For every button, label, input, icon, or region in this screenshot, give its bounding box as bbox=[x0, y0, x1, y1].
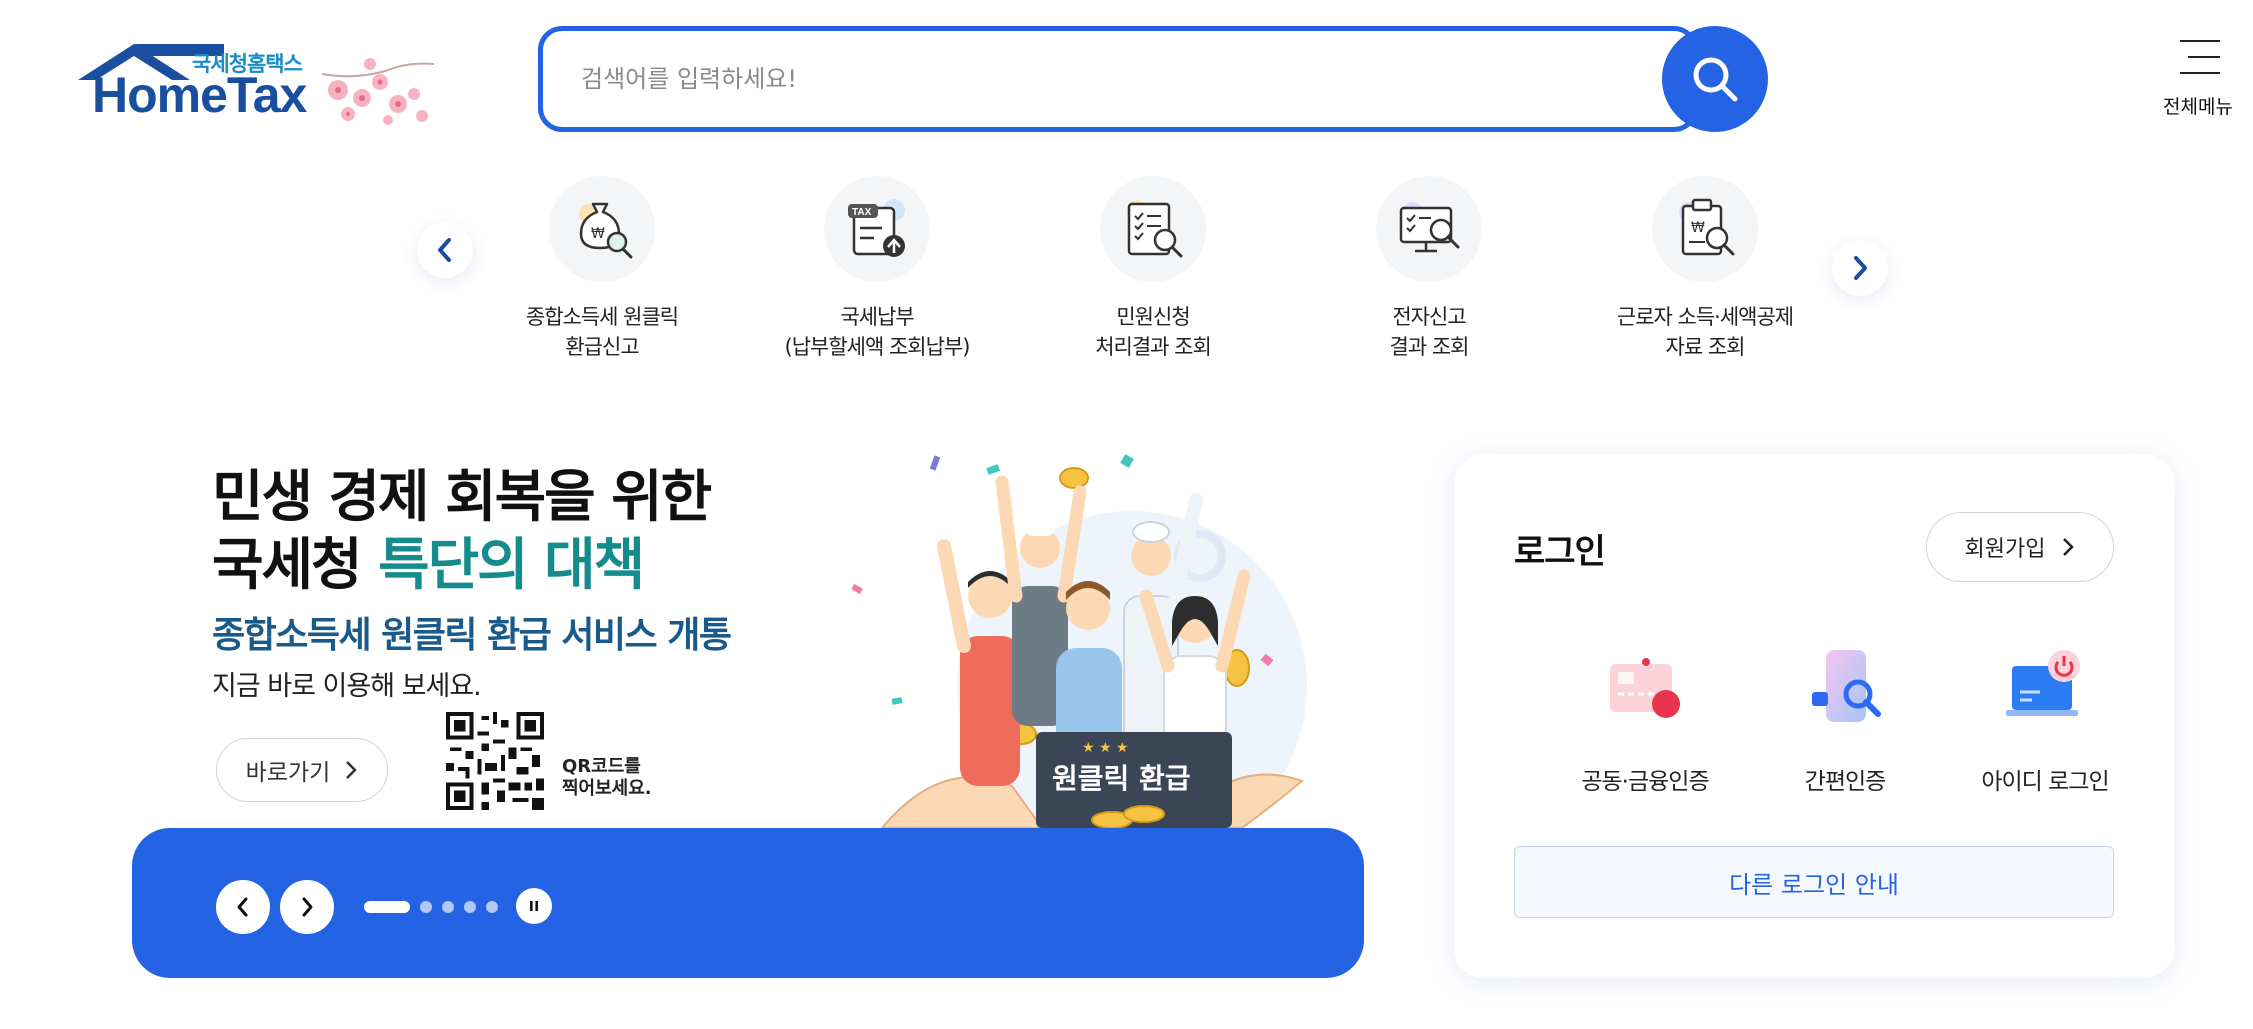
login-method-label: 공동·금융인증 bbox=[1581, 769, 1709, 795]
banner-next-button[interactable] bbox=[280, 880, 334, 934]
login-title: 로그인 bbox=[1514, 532, 1606, 572]
quick-menu-next-button[interactable] bbox=[1832, 240, 1888, 296]
quick-menu-label-line1: 근로자 소득·세액공제 bbox=[1616, 305, 1794, 329]
sign-up-label: 회원가입 bbox=[1964, 537, 2046, 562]
search-bar bbox=[538, 26, 1770, 132]
pause-icon bbox=[530, 901, 538, 911]
quick-menu-item-e-filing-result[interactable]: 전자신고결과 조회 bbox=[1309, 176, 1549, 362]
chevron-left-icon bbox=[237, 897, 248, 917]
search-input[interactable] bbox=[581, 59, 1631, 99]
svg-text:★ ★ ★: ★ ★ ★ bbox=[1082, 740, 1129, 756]
document-search-icon: ₩ bbox=[1679, 198, 1735, 256]
qr-caption-line1: QR코드를 bbox=[562, 756, 641, 777]
hamburger-icon bbox=[2180, 40, 2220, 88]
banner-go-label: 바로가기 bbox=[245, 760, 331, 786]
quick-menu-item-worker-deduction-data[interactable]: ₩ 근로자 소득·세액공제자료 조회 bbox=[1585, 176, 1825, 362]
money-bag-search-icon: ₩ bbox=[579, 202, 633, 259]
banner-title-line2: 국세청 bbox=[212, 533, 379, 598]
quick-menu-label-line1: 전자신고 bbox=[1392, 305, 1466, 329]
quick-menu-item-national-tax-payment[interactable]: TAX 국세납부 (납부할세액 조회납부) bbox=[757, 176, 997, 362]
quick-menu-label-line2: (납부할세액 조회납부) bbox=[784, 335, 971, 359]
quick-menu-label-line1: 국세납부 bbox=[840, 305, 914, 329]
login-method-simple-auth[interactable]: 간편인증 bbox=[1750, 642, 1940, 796]
other-login-guide-button[interactable]: 다른 로그인 안내 bbox=[1514, 846, 2114, 918]
banner-description: 지금 바로 이용해 보세요. bbox=[212, 671, 482, 702]
login-method-id[interactable]: 아이디 로그인 bbox=[1950, 642, 2140, 796]
cherry-blossom-icon bbox=[321, 58, 435, 125]
tax-upload-icon: TAX bbox=[848, 199, 905, 257]
banner-title: 민생 경제 회복을 위한 국세청 특단의 대책 bbox=[212, 464, 712, 600]
quick-menu-label-line2: 처리결과 조회 bbox=[1095, 335, 1212, 359]
phone-search-icon bbox=[1812, 650, 1881, 722]
banner-dot[interactable] bbox=[464, 901, 476, 913]
banner-dot[interactable] bbox=[442, 901, 454, 913]
svg-text:₩: ₩ bbox=[591, 226, 605, 242]
chevron-right-icon bbox=[2063, 538, 2075, 556]
refund-celebration-illustration: ★ ★ ★ 원클릭 환급 bbox=[851, 454, 1307, 828]
certificate-card-icon bbox=[1610, 658, 1680, 718]
banner-dot[interactable] bbox=[420, 901, 432, 913]
qr-caption-line2: 찍어보세요. bbox=[562, 778, 652, 799]
banner-title-highlight: 특단의 대책 bbox=[378, 533, 645, 598]
search-icon bbox=[1693, 57, 1738, 102]
banner-dot[interactable] bbox=[486, 901, 498, 913]
search-box bbox=[538, 26, 1698, 132]
svg-text:₩: ₩ bbox=[1691, 220, 1705, 236]
hometax-logo[interactable]: 국세청홈택스 HomeTax bbox=[70, 40, 440, 130]
banner-pause-button[interactable] bbox=[516, 888, 552, 924]
qr-code-image bbox=[446, 712, 544, 810]
logo-title: HomeTax bbox=[92, 67, 307, 123]
chevron-right-icon bbox=[302, 897, 313, 917]
login-method-certificate[interactable]: 공동·금융인증 bbox=[1550, 642, 1740, 796]
chevron-right-icon bbox=[346, 761, 358, 779]
quick-menu-item-income-tax-refund[interactable]: ₩ 종합소득세 원클릭환급신고 bbox=[482, 176, 722, 362]
banner-sign-text: 원클릭 환급 bbox=[1052, 762, 1191, 795]
login-method-label: 간편인증 bbox=[1804, 769, 1887, 795]
login-method-label: 아이디 로그인 bbox=[1981, 769, 2109, 795]
banner-go-button[interactable]: 바로가기 bbox=[216, 738, 388, 802]
quick-menu-item-civil-request-result[interactable]: 민원신청처리결과 조회 bbox=[1033, 176, 1273, 362]
quick-menu-label-line1: 종합소득세 원클릭 bbox=[525, 305, 679, 329]
chevron-left-icon bbox=[438, 238, 451, 262]
full-menu-label: 전체메뉴 bbox=[2163, 96, 2233, 118]
monitor-search-icon bbox=[1399, 202, 1460, 253]
svg-text:TAX: TAX bbox=[852, 207, 872, 218]
chevron-right-icon bbox=[1854, 256, 1867, 280]
sign-up-button[interactable]: 회원가입 bbox=[1926, 512, 2114, 582]
laptop-power-icon bbox=[2006, 650, 2080, 716]
checklist-search-icon bbox=[1127, 200, 1183, 258]
main-banner[interactable]: ★ ★ ★ 원클릭 환급 민생 경제 회복을 위한 국세청 특단의 대책 종합소… bbox=[132, 436, 1364, 978]
other-login-label: 다른 로그인 안내 bbox=[1729, 870, 1899, 899]
full-menu-button[interactable]: 전체메뉴 bbox=[2150, 36, 2246, 122]
quick-menu-prev-button[interactable] bbox=[417, 222, 473, 278]
quick-menu-label-line1: 민원신청 bbox=[1116, 305, 1190, 329]
banner-subtitle: 종합소득세 원클릭 환급 서비스 개통 bbox=[212, 615, 732, 656]
quick-menu-label-line2: 결과 조회 bbox=[1389, 335, 1470, 359]
qr-caption: QR코드를 찍어보세요. bbox=[562, 756, 652, 800]
quick-menu-label-line2: 자료 조회 bbox=[1665, 335, 1746, 359]
login-panel: 로그인 회원가입 공동·금융인증 간편인증 아이디 로그인 다른 로그인 안내 bbox=[1454, 454, 2174, 978]
quick-menu-label-line2: 환급신고 bbox=[565, 335, 639, 359]
search-button[interactable] bbox=[1662, 26, 1768, 132]
banner-dot[interactable] bbox=[364, 901, 410, 913]
banner-prev-button[interactable] bbox=[216, 880, 270, 934]
banner-title-line1: 민생 경제 회복을 위한 bbox=[212, 465, 712, 530]
